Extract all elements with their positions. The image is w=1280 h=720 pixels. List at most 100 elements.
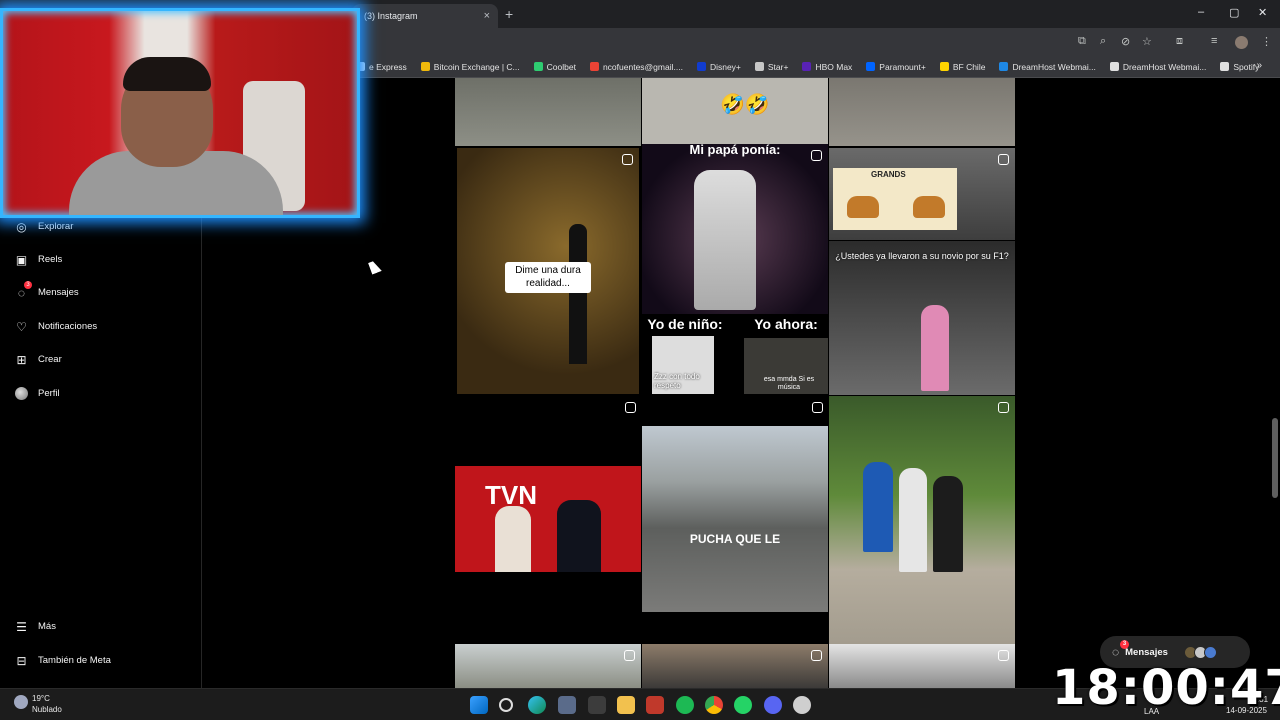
laugh-emoji-icon: 🤣🤣: [720, 94, 770, 116]
menu-board: GRANDS: [833, 168, 957, 230]
app-icon[interactable]: [793, 696, 811, 714]
grid-post[interactable]: 🤣🤣: [642, 78, 828, 146]
meme-right-label: Yo ahora:: [754, 316, 818, 332]
grid-post[interactable]: [829, 396, 1015, 644]
windows-start-icon[interactable]: [470, 696, 488, 714]
window-close-button[interactable]: ✕: [1258, 6, 1267, 19]
bookmark-item[interactable]: ncofuentes@gmail....: [589, 61, 683, 72]
grid-post[interactable]: TVN: [455, 466, 641, 572]
sidebar-item-mas[interactable]: ☰ Más: [14, 619, 56, 634]
avatar-icon: [14, 386, 29, 401]
sidebar-item-reels[interactable]: ▣ Reels: [14, 252, 62, 267]
extensions-icon[interactable]: ⧈: [1176, 35, 1183, 48]
store-icon[interactable]: [558, 696, 576, 714]
grid-post[interactable]: ¿Ustedes ya llevaron a su novio por su F…: [829, 241, 1015, 395]
sidebar-item-mensajes[interactable]: ◌ 3 Mensajes: [14, 281, 79, 300]
message-count-badge: 3: [24, 281, 32, 289]
close-icon[interactable]: ×: [484, 10, 490, 22]
weather-temp: 19°C: [32, 694, 50, 703]
new-tab-button[interactable]: +: [505, 6, 513, 22]
page-scrollbar[interactable]: [1270, 78, 1280, 688]
bookmark-item[interactable]: Disney+: [696, 62, 741, 72]
bookmark-favicon-icon: [802, 62, 812, 71]
tab-instagram[interactable]: (3) Instagram ×: [352, 4, 498, 28]
grid-post[interactable]: [829, 78, 1015, 146]
sidebar-item-notificaciones[interactable]: ♡ Notificaciones: [14, 319, 97, 334]
grid-post[interactable]: [829, 644, 1015, 688]
grid-post[interactable]: GRANDS: [829, 148, 1015, 240]
bookmark-item[interactable]: BF Chile: [939, 62, 985, 72]
app-icon[interactable]: [646, 696, 664, 714]
cloud-icon: [14, 695, 28, 709]
zoom-icon[interactable]: ⌕: [1100, 35, 1106, 48]
chrome-icon[interactable]: [705, 696, 723, 714]
burger-shape: [913, 196, 945, 218]
sidebar-item-tambien-de-meta[interactable]: ⊟ También de Meta: [14, 653, 111, 668]
bookmark-label: Coolbet: [546, 61, 576, 72]
bookmark-label: Paramount+: [879, 61, 926, 72]
men-image: esa mmda Si es música: [744, 338, 828, 394]
bookmark-favicon-icon: [1109, 62, 1119, 71]
grid-post[interactable]: Mi papá ponía:: [642, 144, 828, 314]
post-caption: ¿Ustedes ya llevaron a su novio por su F…: [835, 251, 1009, 261]
bookmark-favicon-icon: [696, 62, 706, 71]
eye-off-icon[interactable]: ⊘: [1121, 35, 1130, 48]
search-icon[interactable]: [499, 698, 513, 712]
heart-icon: ♡: [16, 319, 27, 334]
scrollbar-thumb[interactable]: [1272, 418, 1278, 498]
sidebar-item-explorar[interactable]: ◎ Explorar: [14, 219, 73, 234]
sidebar-item-perfil[interactable]: Perfil: [14, 386, 60, 401]
menu-board-label: GRANDS: [871, 170, 906, 179]
bookmark-item[interactable]: HBO Max: [802, 62, 852, 72]
cast-icon[interactable]: ⧉: [1078, 35, 1086, 48]
post-caption: PUCHA QUE LE: [689, 532, 781, 546]
bookmark-item[interactable]: DreamHost Webmai...: [999, 62, 1096, 72]
sidebar-item-crear[interactable]: ⊞ Crear: [14, 352, 61, 367]
bookmark-item[interactable]: DreamHost Webmai...: [1109, 62, 1206, 72]
bookmark-item[interactable]: Star+: [754, 62, 788, 72]
explore-grid: 🤣🤣 Dime una dura realidad... Mi papá pon…: [455, 78, 1015, 688]
grid-post[interactable]: PUCHA QUE LE: [642, 426, 828, 612]
person-figure: [933, 476, 963, 572]
reel-icon: [624, 650, 635, 661]
bookmark-label: ncofuentes@gmail....: [602, 61, 683, 72]
grid-post-meme[interactable]: Yo de niño: Yo ahora: Zzz con todo respe…: [642, 314, 828, 394]
folder-icon[interactable]: [617, 696, 635, 714]
app-icon[interactable]: [588, 696, 606, 714]
minimize-button[interactable]: –: [1198, 6, 1204, 18]
bookmark-label: e Express: [369, 61, 407, 72]
bookmark-item[interactable]: Bitcoin Exchange | C...: [420, 62, 520, 72]
maximize-button[interactable]: ▢: [1229, 6, 1239, 19]
avatar: [1203, 645, 1217, 659]
meta-grid-icon: ⊟: [16, 653, 27, 668]
messenger-icon: ◌: [1112, 645, 1120, 659]
sidebar-item-label: También de Meta: [38, 655, 111, 666]
reel-icon: [625, 402, 636, 413]
cat-image: Zzz con todo respeto: [652, 336, 714, 394]
bookmark-item[interactable]: e Express: [356, 62, 407, 72]
bookmark-item[interactable]: Coolbet: [533, 61, 576, 72]
anchor-woman: [495, 506, 531, 572]
reading-list-icon[interactable]: ≡: [1211, 35, 1217, 47]
whatsapp-icon[interactable]: [734, 696, 752, 714]
profile-avatar-icon[interactable]: [1235, 36, 1248, 49]
kebab-menu-icon[interactable]: ⋮: [1261, 35, 1272, 48]
grid-post[interactable]: [642, 644, 828, 688]
bookmark-item[interactable]: Spotify: [1220, 62, 1259, 72]
bookmarks-overflow-button[interactable]: »: [1256, 60, 1262, 71]
reels-icon: ▣: [15, 252, 28, 267]
grid-post[interactable]: Dime una dura realidad...: [457, 148, 639, 394]
weather-condition: Nublado: [32, 705, 62, 714]
bookmark-item[interactable]: Paramount+: [866, 62, 926, 72]
grid-post[interactable]: [455, 78, 641, 146]
spotify-icon[interactable]: [676, 696, 694, 714]
weather-widget[interactable]: 19°C Nublado: [14, 693, 62, 715]
star-icon[interactable]: ☆: [1142, 35, 1152, 48]
sidebar-item-label: Notificaciones: [38, 321, 98, 332]
edge-icon[interactable]: [528, 696, 546, 714]
mouse-cursor-icon: [368, 259, 382, 275]
discord-icon[interactable]: [764, 696, 782, 714]
bookmark-favicon-icon: [866, 62, 876, 71]
grid-post[interactable]: [455, 644, 641, 688]
tab-title: (3) Instagram: [364, 11, 418, 21]
